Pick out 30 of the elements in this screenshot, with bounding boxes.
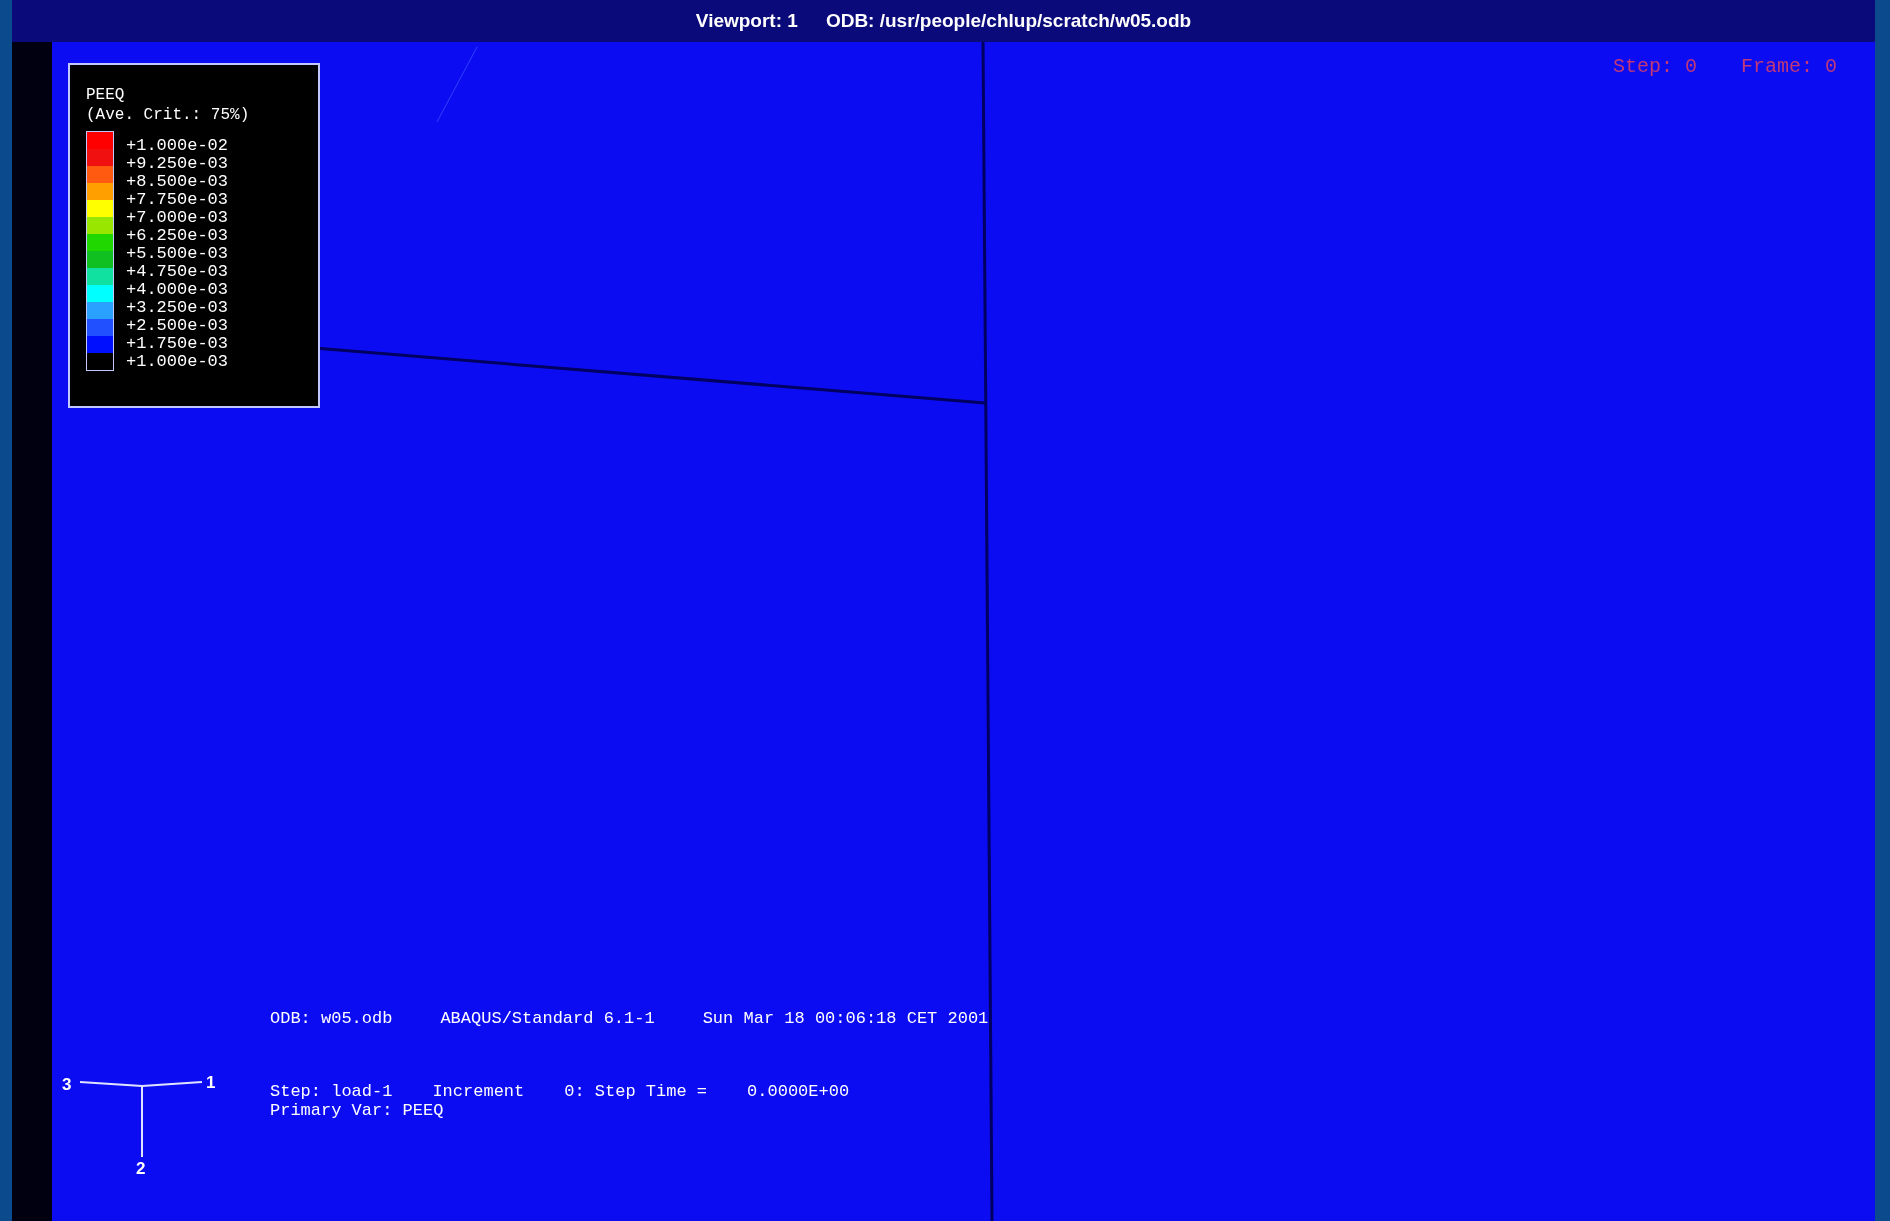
legend-value: +4.750e-03 <box>126 263 229 281</box>
info-text: 0: Step Time = <box>564 1082 708 1101</box>
legend-value: +4.000e-03 <box>126 281 229 299</box>
primary-variable: Primary Var: PEEQ <box>270 1101 445 1120</box>
legend-value: +6.250e-03 <box>126 227 229 245</box>
info-text: ABAQUS/Standard 6.1-1 <box>440 1008 655 1030</box>
legend-value: +5.500e-03 <box>126 245 229 263</box>
legend-value: +2.500e-03 <box>126 317 229 335</box>
info-text: 0.0000E+00 <box>747 1082 850 1101</box>
viewport-title: Viewport: 1 <box>695 8 798 33</box>
step-label: Step: 0 <box>1612 54 1697 80</box>
info-text: Sun Mar 18 00:06:18 CET 2001 <box>702 1008 989 1030</box>
legend-value: +1.000e-03 <box>126 353 229 371</box>
info-text: Step: load-1 <box>270 1082 393 1101</box>
legend-value: +7.750e-03 <box>126 191 229 209</box>
frame-label: Frame: 0 <box>1741 54 1837 80</box>
legend-title: PEEQ <box>86 85 126 105</box>
axis-label: 2 <box>136 1158 146 1180</box>
info-text: Increment <box>432 1082 525 1101</box>
odb-path: ODB: /usr/people/chlup/scratch/w05.odb <box>825 8 1192 33</box>
legend-value: +9.250e-03 <box>126 155 229 173</box>
legend-value: +1.000e-02 <box>126 137 229 155</box>
legend-value: +3.250e-03 <box>126 299 229 317</box>
legend-value: +7.000e-03 <box>126 209 229 227</box>
info-text: ODB: w05.odb <box>270 1008 393 1030</box>
legend-value: +8.500e-03 <box>126 173 229 191</box>
legend-value: +1.750e-03 <box>126 335 229 353</box>
axis-label: 3 <box>62 1074 72 1096</box>
axis-label: 1 <box>206 1072 216 1094</box>
legend-subtitle: (Ave. Crit.: 75%) <box>86 105 251 125</box>
